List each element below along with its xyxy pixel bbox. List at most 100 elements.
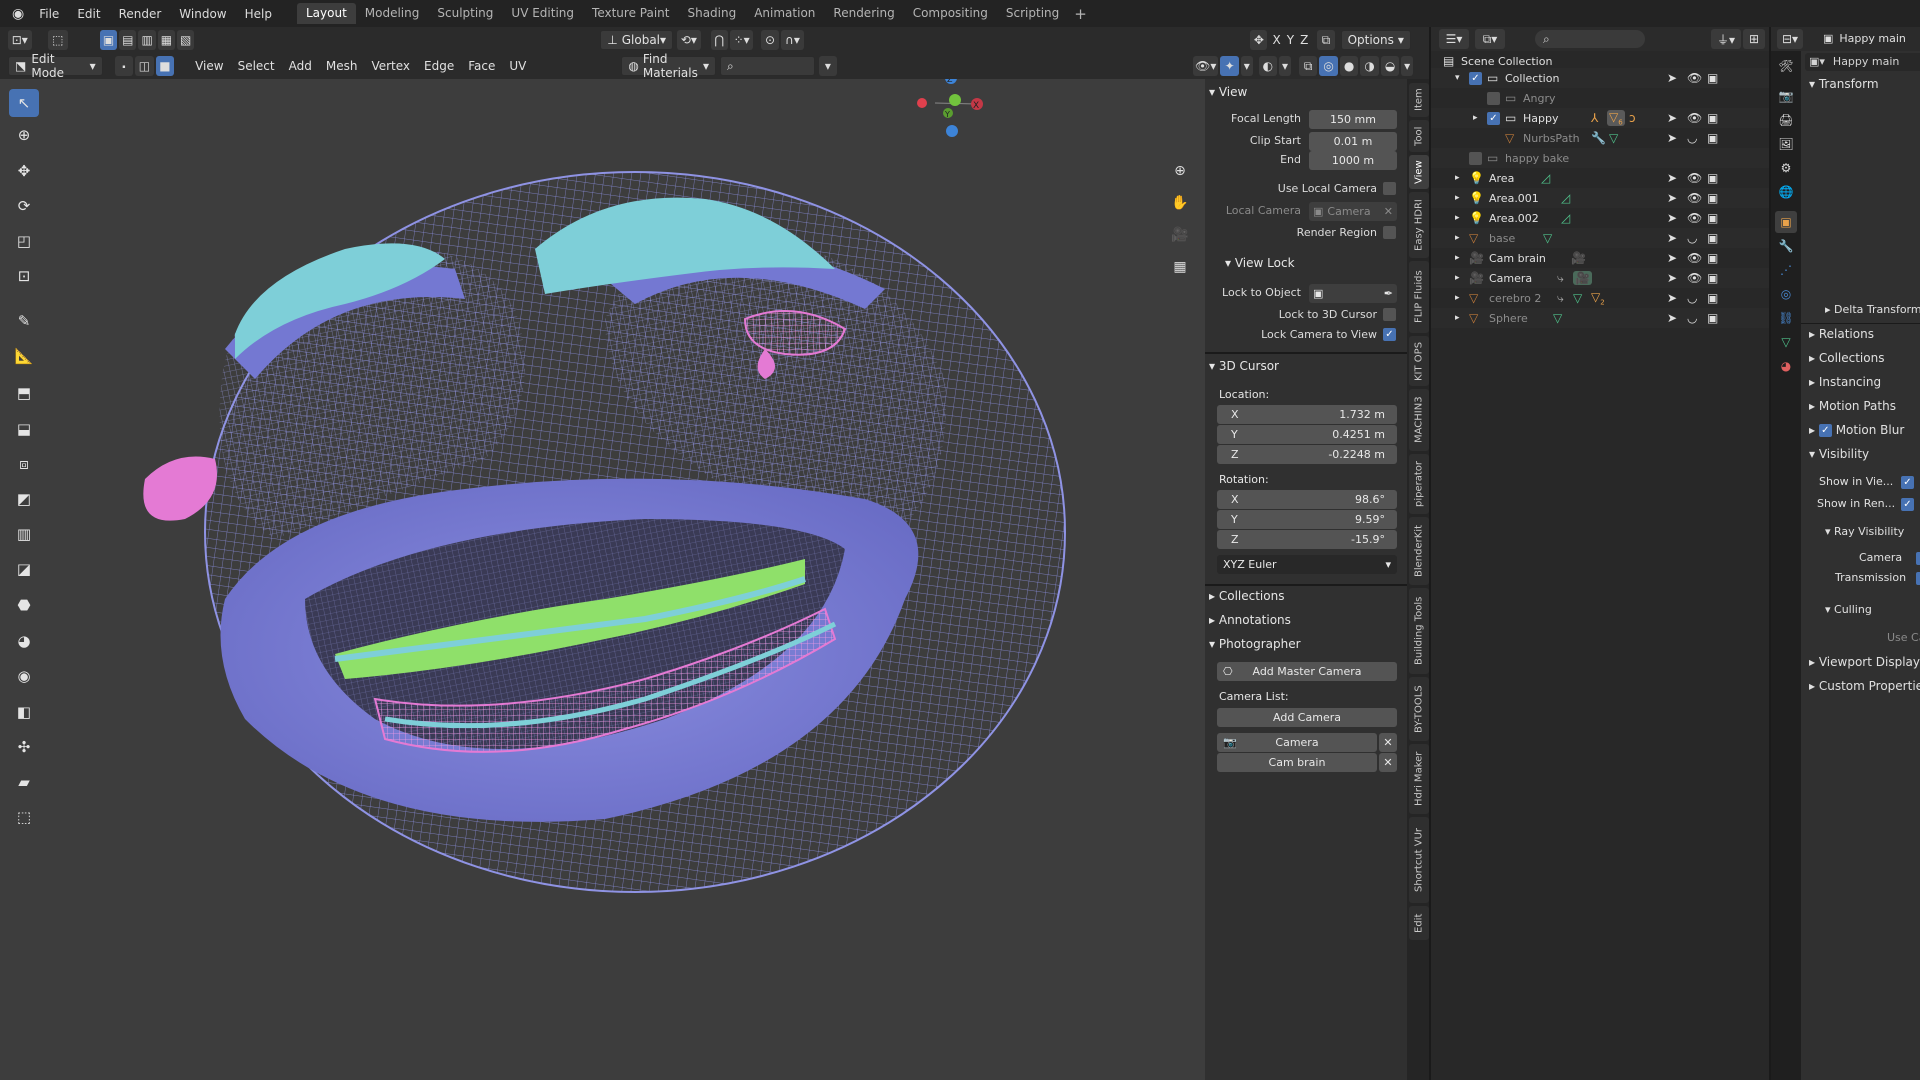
mirror-axis-z[interactable]: Z [1297, 33, 1311, 47]
chevron-right-icon[interactable]: ▸ [1455, 213, 1460, 223]
menu-face[interactable]: Face [461, 59, 502, 73]
show-in-viewports-checkbox[interactable]: ✓ [1901, 476, 1914, 489]
select-mode-intersect-button[interactable]: ▧ [177, 30, 195, 50]
custom-properties-section[interactable]: ▸ Custom Properties [1809, 679, 1920, 693]
menu-vertex[interactable]: Vertex [364, 59, 417, 73]
outliner-row-area-001[interactable]: ▸ 💡 Area.001 ◿ ➤ 👁 ▣ [1431, 188, 1771, 208]
menu-uv[interactable]: UV [502, 59, 533, 73]
transform-orientation-dropdown[interactable]: ⊥ Global ▾ [600, 30, 674, 50]
gizmo-options-button[interactable]: ▾ [1240, 56, 1253, 76]
menu-edit[interactable]: Edit [68, 7, 109, 21]
tab-texture-paint[interactable]: Texture Paint [583, 3, 678, 24]
motion-blur-section[interactable]: ▸ ✓ Motion Blur [1809, 423, 1920, 437]
cursor-rotation-x-field[interactable]: X 98.6° [1217, 490, 1397, 509]
tab-building-tools[interactable]: Building Tools [1409, 588, 1429, 674]
outliner-row-area[interactable]: ▸ 💡 Area ◿ ➤ 👁 ▣ [1431, 168, 1771, 188]
outliner-row-cam-brain[interactable]: ▸ 🎥 Cam brain 🎥 ➤ 👁 ▣ [1431, 248, 1771, 268]
eye-icon[interactable]: 👁 [1687, 251, 1702, 265]
instancing-section[interactable]: ▸ Instancing [1809, 375, 1920, 389]
render-region-checkbox[interactable] [1383, 226, 1396, 239]
transform-section[interactable]: ▾ Transform [1809, 77, 1920, 91]
particles-properties-icon[interactable]: ⋰ [1775, 259, 1797, 281]
local-camera-field[interactable]: ▣ Camera ✕ [1309, 202, 1397, 221]
rotate-tool-button[interactable]: ⟳ [9, 192, 39, 220]
inset-tool-button[interactable]: ⧈ [9, 450, 39, 478]
eye-closed-icon[interactable]: ◡ [1687, 231, 1697, 245]
use-local-camera-checkbox[interactable] [1383, 182, 1396, 195]
outliner-row-angry[interactable]: ▭ Angry [1431, 88, 1771, 108]
tab-scripting[interactable]: Scripting [997, 3, 1068, 24]
select-mode-new-button[interactable]: ▣ [99, 30, 118, 50]
scale-tool-button[interactable]: ◰ [9, 227, 39, 255]
delta-transform-section[interactable]: ▸ Delta Transform [1825, 303, 1920, 316]
tab-piperator[interactable]: piperator [1409, 454, 1429, 514]
add-master-camera-button[interactable]: ⎔ Add Master Camera [1217, 662, 1397, 681]
new-collection-button[interactable]: ⊞ [1743, 29, 1765, 49]
outliner-row-area-002[interactable]: ▸ 💡 Area.002 ◿ ➤ 👁 ▣ [1431, 208, 1771, 228]
tab-sculpting[interactable]: Sculpting [428, 3, 502, 24]
focal-length-field[interactable]: 150 mm [1309, 110, 1397, 129]
tab-easy-hdri[interactable]: Easy HDRI [1409, 192, 1429, 258]
camera-render-icon[interactable]: ▣ [1707, 191, 1718, 205]
tab-flip-fluids[interactable]: FLIP Fluids [1409, 261, 1429, 333]
outliner-row-happy[interactable]: ▸ ✓ ▭ Happy ⅄ ▽6 ↄ ➤ 👁 ▣ [1431, 108, 1771, 128]
pivot-point-button[interactable]: ⟲▾ [677, 30, 701, 50]
data-properties-icon[interactable]: ▽ [1775, 331, 1797, 353]
tool-properties-icon[interactable]: 🛠 [1775, 55, 1797, 77]
cursor-rotation-y-field[interactable]: Y 9.59° [1217, 510, 1397, 529]
transmission-ray-checkbox[interactable] [1916, 572, 1920, 585]
navigation-gizmo[interactable]: X Y Z [917, 79, 983, 137]
object-properties-icon[interactable]: ▣ [1775, 211, 1797, 233]
eye-icon[interactable]: 👁 [1687, 111, 1702, 125]
camera-render-icon[interactable]: ▣ [1707, 71, 1718, 85]
chevron-right-icon[interactable]: ▸ [1455, 313, 1460, 323]
proportional-edit-button[interactable]: ⊙ [761, 30, 779, 50]
object-name-field[interactable]: ▣▾ Happy main [1805, 53, 1920, 71]
tab-kit-ops[interactable]: KIT OPS [1409, 336, 1429, 386]
camera-render-icon[interactable]: ▣ [1707, 131, 1718, 145]
camera-render-icon[interactable]: ▣ [1707, 251, 1718, 265]
annotate-tool-button[interactable]: ✎ [9, 307, 39, 335]
motion-paths-section[interactable]: ▸ Motion Paths [1809, 399, 1920, 413]
camera-view-icon[interactable]: 🎥 [1167, 227, 1193, 253]
clip-end-field[interactable]: 1000 m [1309, 151, 1397, 170]
rip-tool-button[interactable]: ⬚ [9, 803, 39, 831]
rotation-mode-dropdown[interactable]: XYZ Euler ▾ [1217, 555, 1397, 574]
material-filter-button[interactable]: ▾ [818, 56, 838, 76]
remove-camera-button[interactable]: ✕ [1379, 733, 1397, 752]
tab-edit[interactable]: Edit [1409, 906, 1429, 940]
add-workspace-button[interactable]: + [1068, 5, 1093, 23]
physics-properties-icon[interactable]: ◎ [1775, 283, 1797, 305]
culling-section[interactable]: ▾ Culling [1825, 603, 1920, 616]
eye-icon[interactable]: 👁 [1687, 271, 1702, 285]
close-icon[interactable]: ✕ [1384, 205, 1393, 218]
view-panel-header[interactable]: ▾ View [1209, 85, 1407, 99]
tab-shortcut-vur[interactable]: Shortcut VUr [1409, 817, 1429, 903]
tab-by-tools[interactable]: BY-TOOLS [1409, 677, 1429, 741]
camera-list-item-camera[interactable]: 📷 Camera [1217, 733, 1377, 752]
selectable-arrow-icon[interactable]: ➤ [1667, 211, 1677, 225]
tab-blenderkit[interactable]: BlenderKit [1409, 517, 1429, 585]
menu-file[interactable]: File [30, 7, 68, 21]
eye-icon[interactable]: 👁 [1687, 71, 1702, 85]
clip-start-field[interactable]: 0.01 m [1309, 132, 1397, 151]
collection-checkbox[interactable]: ✓ [1487, 112, 1500, 125]
menu-select[interactable]: Select [231, 59, 282, 73]
cursor-location-z-field[interactable]: Z -0.2248 m [1217, 445, 1397, 464]
mode-dropdown[interactable]: ⬔ Edit Mode ▾ [8, 52, 103, 80]
eye-icon[interactable]: 👁 [1687, 191, 1702, 205]
collection-checkbox[interactable] [1487, 92, 1500, 105]
loop-cut-tool-button[interactable]: ▥ [9, 520, 39, 548]
eye-closed-icon[interactable]: ◡ [1687, 291, 1697, 305]
camera-list-item-cam-brain[interactable]: Cam brain [1217, 753, 1377, 772]
tab-hdri-maker[interactable]: Hdri Maker [1409, 744, 1429, 814]
eye-closed-icon[interactable]: ◡ [1687, 131, 1697, 145]
smooth-tool-button[interactable]: ◉ [9, 662, 39, 690]
camera-render-icon[interactable]: ▣ [1707, 291, 1718, 305]
render-properties-icon[interactable]: 📷 [1775, 85, 1797, 107]
face-select-button[interactable]: ■ [155, 56, 175, 76]
transform-tool-button[interactable]: ⊡ [9, 262, 39, 290]
selectable-arrow-icon[interactable]: ➤ [1667, 251, 1677, 265]
chevron-right-icon[interactable]: ▸ [1455, 173, 1460, 183]
menu-mesh[interactable]: Mesh [319, 59, 365, 73]
